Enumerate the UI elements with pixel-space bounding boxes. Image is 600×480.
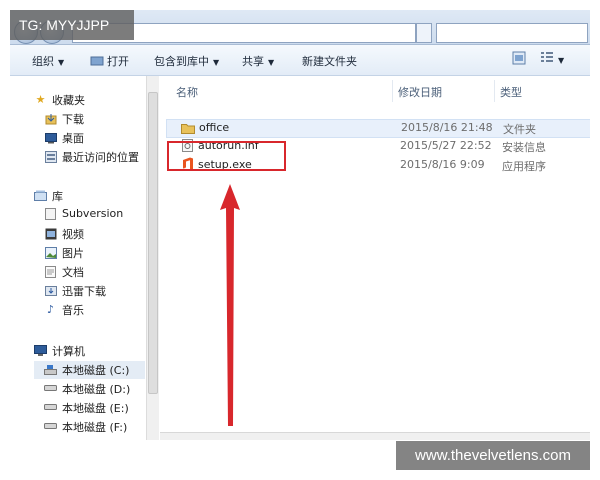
system-drive-icon [44, 364, 57, 376]
computer-icon [34, 345, 47, 357]
nav-item-drive-f[interactable]: 本地磁盘 (F:) [44, 419, 127, 435]
highlight-box [167, 141, 286, 171]
nav-libraries[interactable]: 库 [34, 188, 63, 204]
file-modified: 2015/8/16 9:09 [400, 158, 485, 171]
download-folder-icon [44, 285, 57, 297]
search-input[interactable] [436, 23, 588, 43]
document-icon [44, 266, 57, 278]
nav-item-drive-c[interactable]: 本地磁盘 (C:) [34, 361, 145, 379]
file-row-office[interactable]: office 2015/8/16 21:48 文件夹 [166, 119, 590, 138]
explorer-window: 组织 ▼ 打开 包含到库中 ▼ 共享 ▼ 新建文件夹 ▼ ★ 收藏夹 下载 桌面 最近访… [10, 10, 590, 440]
nav-item-drive-e[interactable]: 本地磁盘 (E:) [44, 400, 129, 416]
drive-icon [44, 402, 57, 414]
preview-pane-button[interactable] [512, 51, 526, 68]
nav-item-thunder-downloads[interactable]: 迅雷下载 [44, 283, 106, 299]
column-separator[interactable] [392, 80, 393, 102]
horizontal-scrollbar[interactable] [160, 432, 590, 440]
drive-icon [44, 421, 57, 433]
downloads-icon [44, 113, 57, 125]
column-header-name[interactable]: 名称 [176, 84, 198, 100]
chevron-down-icon: ▼ [58, 58, 65, 67]
column-header-modified[interactable]: 修改日期 [398, 84, 442, 100]
chevron-down-icon: ▼ [213, 58, 220, 67]
drive-icon [44, 383, 57, 395]
nav-item-music[interactable]: ♪ 音乐 [44, 302, 84, 318]
file-modified: 2015/8/16 21:48 [401, 121, 493, 134]
nav-favorites[interactable]: ★ 收藏夹 [34, 92, 85, 108]
nav-computer[interactable]: 计算机 [34, 343, 85, 359]
nav-item-drive-d[interactable]: 本地磁盘 (D:) [44, 381, 130, 397]
preview-pane-icon [512, 51, 526, 65]
command-toolbar: 组织 ▼ 打开 包含到库中 ▼ 共享 ▼ 新建文件夹 ▼ [10, 45, 590, 76]
new-folder-button[interactable]: 新建文件夹 [302, 53, 357, 69]
nav-item-subversion[interactable]: Subversion [44, 207, 123, 220]
include-library-button[interactable]: 包含到库中 ▼ [154, 53, 219, 69]
watermark-tg: TG: MYYJJPP [10, 10, 134, 40]
chevron-down-icon: ▼ [558, 56, 565, 65]
navigation-scrollbar-thumb[interactable] [148, 92, 158, 394]
organize-button[interactable]: 组织 ▼ [32, 53, 64, 69]
file-type: 文件夹 [503, 123, 536, 136]
file-name: office [199, 121, 230, 134]
desktop-icon [44, 132, 57, 144]
nav-item-downloads[interactable]: 下载 [44, 111, 84, 127]
file-type: 应用程序 [502, 160, 546, 173]
library-icon [34, 190, 47, 202]
watermark-site: www.thevelvetlens.com [396, 441, 590, 470]
file-type: 安装信息 [502, 141, 546, 154]
share-button[interactable]: 共享 ▼ [242, 53, 274, 69]
folder-icon [181, 124, 195, 134]
recent-places-icon [44, 151, 57, 163]
nav-item-desktop[interactable]: 桌面 [44, 130, 84, 146]
open-button[interactable]: 打开 [90, 53, 129, 69]
chevron-down-icon: ▼ [268, 58, 275, 67]
nav-item-pictures[interactable]: 图片 [44, 245, 84, 261]
column-header-type[interactable]: 类型 [500, 84, 522, 100]
video-icon [44, 228, 57, 240]
column-separator[interactable] [494, 80, 495, 102]
document-icon [44, 207, 57, 220]
star-icon: ★ [35, 93, 46, 106]
address-dropdown-button[interactable] [416, 23, 432, 43]
navigation-pane: ★ 收藏夹 下载 桌面 最近访问的位置 库 Subversion 视频 图片 文档… [10, 76, 145, 440]
picture-icon [44, 247, 57, 259]
nav-item-videos[interactable]: 视频 [44, 226, 84, 242]
open-icon [90, 56, 104, 66]
nav-item-recent[interactable]: 最近访问的位置 [44, 149, 139, 165]
music-note-icon: ♪ [46, 303, 55, 316]
red-arrow [220, 184, 240, 426]
nav-item-documents[interactable]: 文档 [44, 264, 84, 280]
file-modified: 2015/5/27 22:52 [400, 139, 492, 152]
view-options-button[interactable]: ▼ [540, 51, 564, 66]
view-list-icon [541, 52, 553, 62]
